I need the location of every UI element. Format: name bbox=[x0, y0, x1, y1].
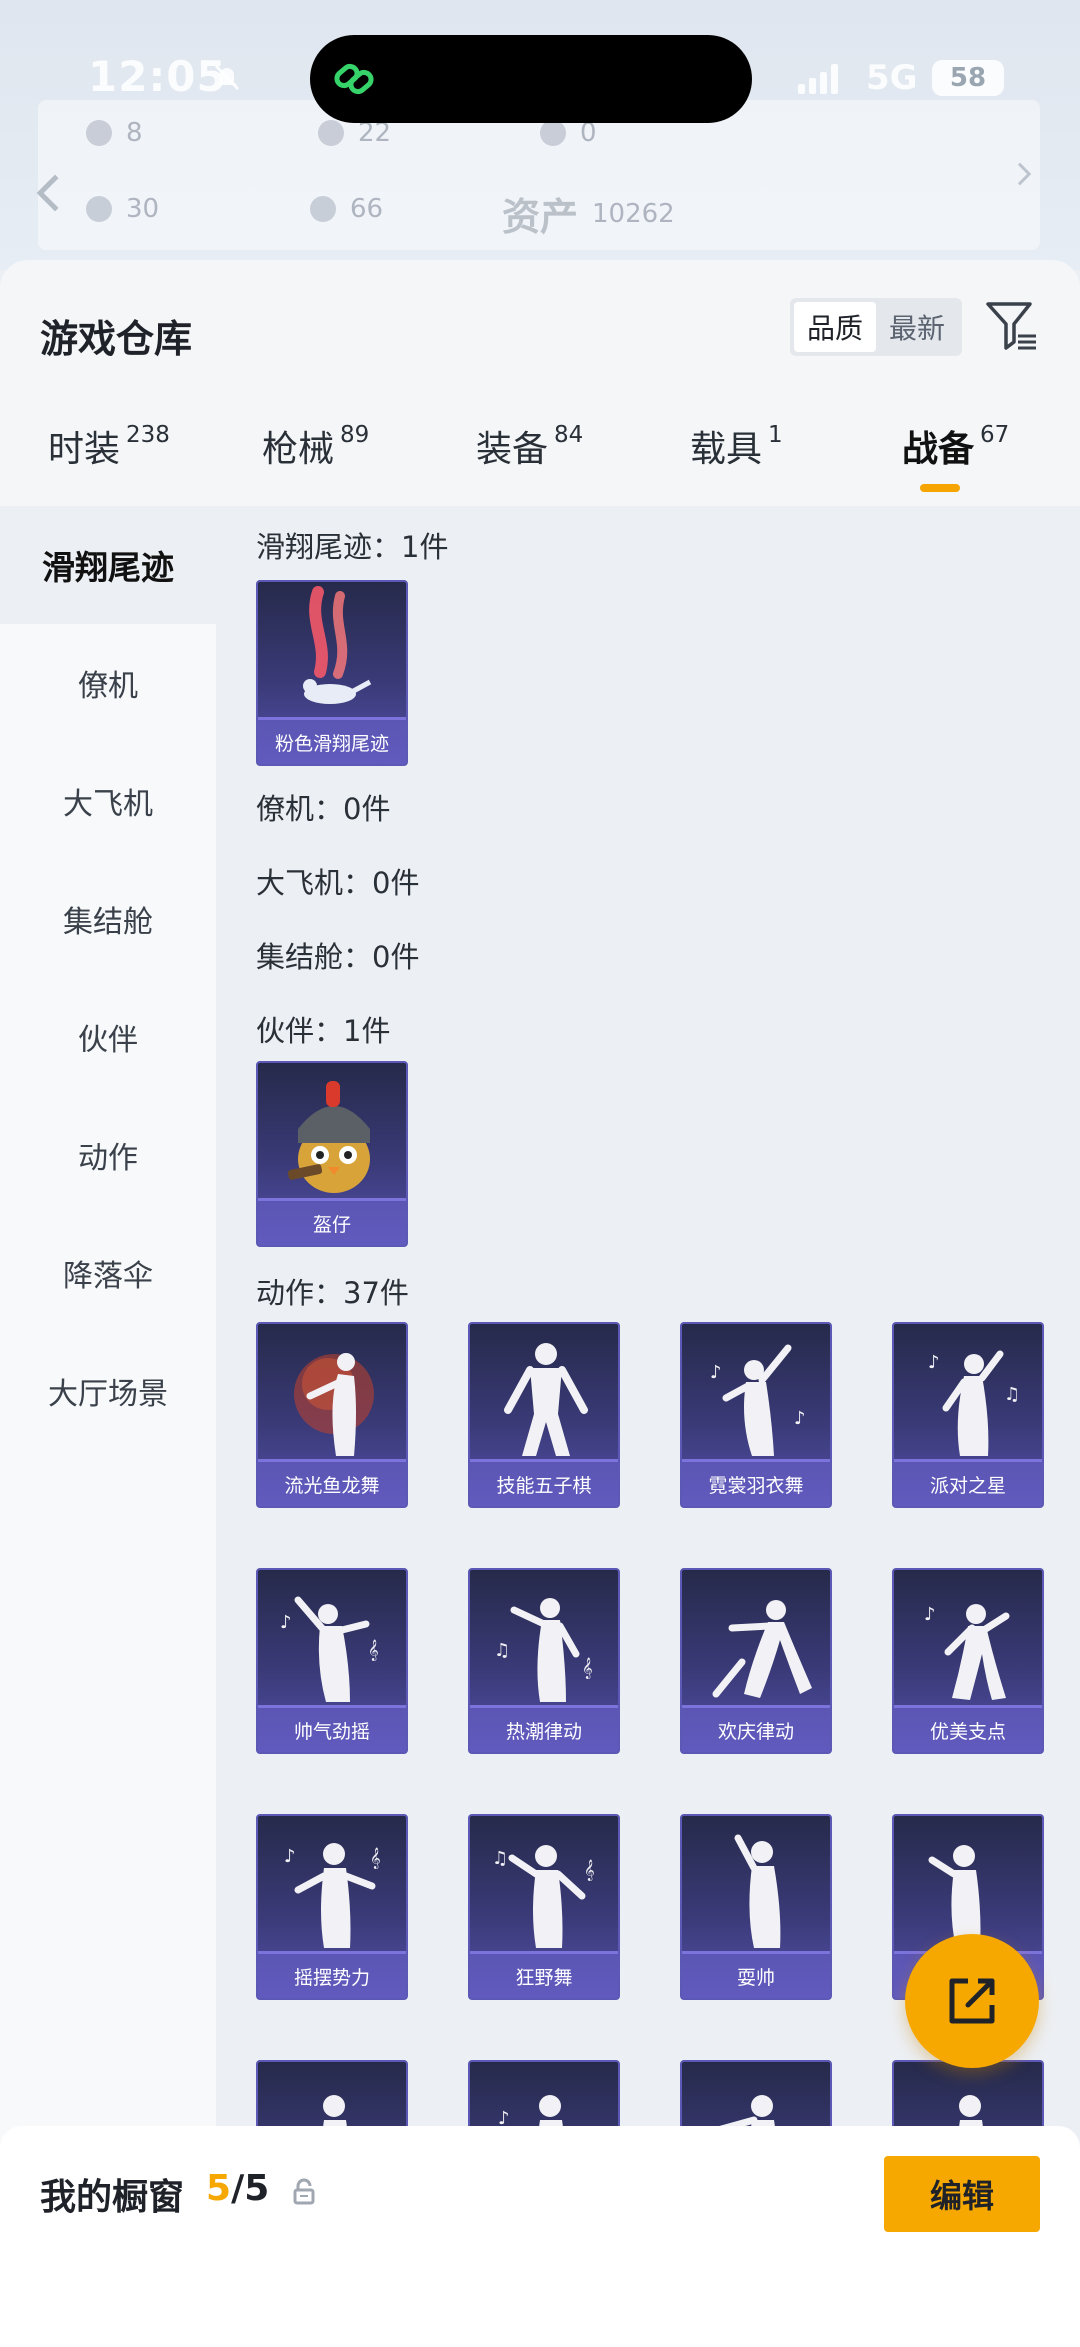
sidebar-item-partner[interactable]: 伙伴 bbox=[0, 978, 216, 1096]
svg-text:♪: ♪ bbox=[284, 1846, 296, 1867]
dynamic-island bbox=[310, 35, 752, 123]
item-label: 耍帅 bbox=[682, 1954, 830, 1998]
sidebar: 滑翔尾迹 僚机 大飞机 集结舱 伙伴 动作 降落伞 大厅场景 bbox=[0, 506, 216, 2347]
background-stat: 8 bbox=[86, 118, 143, 148]
dancer-silhouette-icon bbox=[504, 1343, 588, 1456]
item-card[interactable]: ♪ 𝄞 帅气劲摇 bbox=[256, 1568, 408, 1754]
section-title-wingman: 僚机：0件 bbox=[256, 792, 391, 826]
item-label: 摇摆势力 bbox=[258, 1954, 406, 1998]
item-label: 热潮律动 bbox=[470, 1708, 618, 1752]
network-type: 5G bbox=[866, 58, 918, 98]
sort-quality-button[interactable]: 品质 bbox=[794, 302, 876, 352]
svg-text:♪: ♪ bbox=[280, 1612, 292, 1633]
tab-fashion[interactable]: 时装 238 bbox=[48, 420, 170, 472]
tab-equipment[interactable]: 装备 84 bbox=[476, 420, 583, 472]
item-label: 流光鱼龙舞 bbox=[258, 1462, 406, 1506]
item-card[interactable]: ♫ 𝄞 热潮律动 bbox=[468, 1568, 620, 1754]
item-label: 霓裳羽衣舞 bbox=[682, 1462, 830, 1506]
dancer-silhouette-icon: ♪♪ bbox=[710, 1344, 806, 1456]
sort-latest-button[interactable]: 最新 bbox=[876, 302, 958, 352]
svg-text:𝄞: 𝄞 bbox=[370, 1848, 381, 1869]
item-label: 帅气劲摇 bbox=[258, 1708, 406, 1752]
item-label: 派对之星 bbox=[894, 1462, 1042, 1506]
dancer-silhouette-icon: ♪ bbox=[924, 1604, 1010, 1700]
dancer-silhouette-icon bbox=[294, 1353, 374, 1456]
edit-button[interactable]: 编辑 bbox=[884, 2156, 1040, 2232]
item-card[interactable]: ♫ 𝄞 狂野舞 bbox=[468, 1814, 620, 2000]
background-asset: 资产 10262 bbox=[502, 195, 675, 239]
item-list: 滑翔尾迹：1件 粉色滑翔尾迹 僚机：0件 大飞机：0件 集结舱：0件 伙伴：1件 bbox=[216, 506, 1080, 2347]
item-card[interactable]: ♪ 优美支点 bbox=[892, 1568, 1044, 1754]
section-title-pod: 集结舱：0件 bbox=[256, 940, 420, 974]
dancer-silhouette-icon: ♪𝄞 bbox=[280, 1596, 379, 1702]
item-card[interactable]: 欢庆律动 bbox=[680, 1568, 832, 1754]
item-card[interactable]: 耍帅 bbox=[680, 1814, 832, 2000]
item-card[interactable]: 盔仔 bbox=[256, 1061, 408, 1247]
section-title-glide: 滑翔尾迹：1件 bbox=[256, 530, 449, 564]
svg-text:♫: ♫ bbox=[1004, 1384, 1020, 1405]
sidebar-item-plane[interactable]: 大飞机 bbox=[0, 742, 216, 860]
svg-text:♪: ♪ bbox=[924, 1604, 936, 1625]
section-title-plane: 大飞机：0件 bbox=[256, 866, 420, 900]
sidebar-item-wingman[interactable]: 僚机 bbox=[0, 624, 216, 742]
svg-text:♫: ♫ bbox=[492, 1848, 508, 1869]
lock-icon bbox=[293, 2178, 315, 2205]
item-card[interactable]: 技能五子棋 bbox=[468, 1322, 620, 1508]
item-label: 优美支点 bbox=[894, 1708, 1042, 1752]
page-title: 游戏仓库 bbox=[40, 317, 193, 361]
item-card[interactable]: ♪ ♪ 霓裳羽衣舞 bbox=[680, 1322, 832, 1508]
item-card[interactable]: 流光鱼龙舞 bbox=[256, 1322, 408, 1508]
sidebar-item-emote[interactable]: 动作 bbox=[0, 1096, 216, 1214]
item-label: 粉色滑翔尾迹 bbox=[258, 720, 406, 764]
showcase-label: 我的橱窗 bbox=[40, 2177, 185, 2218]
filter-icon[interactable] bbox=[984, 298, 1038, 354]
svg-text:♪: ♪ bbox=[710, 1362, 722, 1383]
dancer-silhouette-icon bbox=[734, 1834, 781, 1948]
background-stat: 66 bbox=[310, 194, 383, 224]
dancer-silhouette-icon: ♫𝄞 bbox=[494, 1598, 593, 1702]
svg-text:𝄞: 𝄞 bbox=[368, 1640, 379, 1661]
svg-text:𝄞: 𝄞 bbox=[582, 1658, 593, 1679]
bell-muted-icon bbox=[214, 64, 240, 91]
link-icon bbox=[334, 63, 374, 95]
category-tabs: 时装 238 枪械 89 装备 84 载具 1 战备 67 bbox=[0, 420, 1080, 506]
svg-text:♪: ♪ bbox=[794, 1408, 806, 1429]
item-card[interactable]: ♪ ♫ 派对之星 bbox=[892, 1322, 1044, 1508]
sort-toggle: 品质 最新 bbox=[790, 298, 962, 356]
tab-vehicles[interactable]: 载具 1 bbox=[690, 420, 783, 472]
svg-text:𝄞: 𝄞 bbox=[584, 1860, 595, 1881]
svg-text:♫: ♫ bbox=[494, 1640, 510, 1661]
item-label: 欢庆律动 bbox=[682, 1708, 830, 1752]
tab-combat-gear[interactable]: 战备 67 bbox=[902, 420, 1009, 472]
status-time: 12:05 bbox=[88, 52, 227, 101]
share-icon bbox=[949, 1978, 995, 2024]
sidebar-item-parachute[interactable]: 降落伞 bbox=[0, 1214, 216, 1332]
battery-icon: 58 bbox=[932, 60, 1004, 96]
item-label: 技能五子棋 bbox=[470, 1462, 618, 1506]
signal-icon bbox=[798, 62, 838, 94]
item-card[interactable]: ♪ 𝄞 摇摆势力 bbox=[256, 1814, 408, 2000]
section-title-partner: 伙伴：1件 bbox=[256, 1014, 391, 1048]
sidebar-item-pod[interactable]: 集结舱 bbox=[0, 860, 216, 978]
dancer-silhouette-icon: ♪♫ bbox=[928, 1350, 1020, 1456]
helmet-buddy-art bbox=[287, 1081, 370, 1193]
section-title-emote: 动作：37件 bbox=[256, 1276, 409, 1310]
share-button[interactable] bbox=[905, 1934, 1039, 2068]
glide-trail-art bbox=[303, 586, 372, 704]
active-tab-indicator bbox=[920, 484, 960, 492]
tab-weapons[interactable]: 枪械 89 bbox=[262, 420, 369, 472]
sidebar-item-lobby-scene[interactable]: 大厅场景 bbox=[0, 1332, 216, 1450]
dancer-silhouette-icon: ♪𝄞 bbox=[284, 1843, 381, 1948]
showcase-count: 5/5 bbox=[206, 2168, 270, 2209]
showcase-bar: 我的橱窗 5/5 编辑 bbox=[0, 2126, 1080, 2347]
item-label: 盔仔 bbox=[258, 1201, 406, 1245]
svg-text:♪: ♪ bbox=[928, 1352, 940, 1373]
item-label: 狂野舞 bbox=[470, 1954, 618, 1998]
item-card[interactable]: 粉色滑翔尾迹 bbox=[256, 580, 408, 766]
dancer-silhouette-icon bbox=[712, 1600, 812, 1698]
background-stat: 30 bbox=[86, 194, 159, 224]
sidebar-item-glide-trail[interactable]: 滑翔尾迹 bbox=[0, 506, 216, 624]
dancer-silhouette-icon: ♫𝄞 bbox=[492, 1845, 595, 1948]
